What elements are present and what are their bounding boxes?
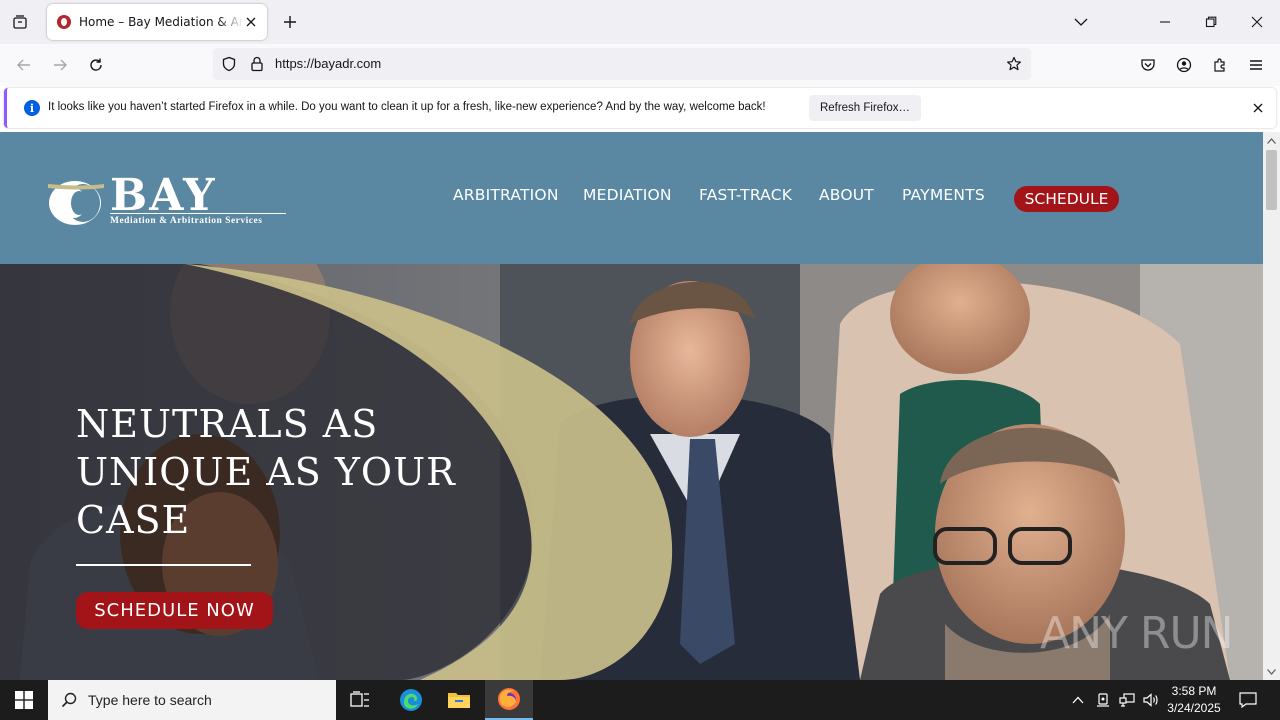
task-view-icon [350, 691, 369, 707]
hero-section: NEUTRALS AS UNIQUE AS YOUR CASE SCHEDULE… [0, 264, 1263, 680]
info-icon: i [24, 100, 40, 116]
scroll-down-button[interactable] [1263, 663, 1280, 680]
plus-icon [284, 16, 296, 28]
tab-list-button[interactable] [6, 8, 34, 36]
firefox-icon [498, 688, 520, 710]
arrow-down-icon [1267, 668, 1276, 675]
address-bar[interactable]: https://bayadr.com [213, 48, 1031, 80]
account-icon [1176, 57, 1192, 73]
tracking-protection-shield-icon[interactable] [220, 55, 238, 73]
url-text[interactable]: https://bayadr.com [275, 56, 381, 71]
nav-mediation[interactable]: MEDIATION [583, 186, 672, 204]
network-icon [1119, 693, 1135, 707]
folder-icon [448, 693, 470, 708]
site-header: BAY Mediation & Arbitration Services ARB… [0, 132, 1263, 264]
bookmark-star-icon[interactable] [1005, 55, 1023, 73]
logo-crescent-icon [48, 181, 104, 225]
reload-button[interactable] [82, 51, 110, 79]
close-icon [1253, 103, 1263, 113]
logo-divider [110, 213, 286, 214]
taskbar-search-box[interactable]: Type here to search [48, 680, 336, 720]
task-view-button[interactable] [336, 680, 384, 720]
refresh-firefox-button[interactable]: Refresh Firefox… [809, 95, 921, 121]
scroll-up-button[interactable] [1263, 132, 1280, 149]
edge-icon [400, 689, 422, 711]
page-scrollbar[interactable] [1263, 132, 1280, 680]
hamburger-menu-icon [1250, 60, 1262, 70]
puzzle-icon [1214, 58, 1225, 72]
pocket-icon [1141, 59, 1155, 71]
tab-close-button[interactable] [243, 14, 259, 30]
nav-arbitration[interactable]: ARBITRATION [453, 186, 559, 204]
notification-icon [1239, 692, 1257, 708]
restore-button[interactable] [1188, 0, 1234, 44]
tab-title: Home – Bay Mediation & Arbitration Servi… [79, 15, 244, 29]
notification-close-button[interactable] [1250, 100, 1266, 116]
search-icon [61, 692, 77, 708]
new-tab-button[interactable] [278, 10, 302, 34]
back-button[interactable] [10, 51, 38, 79]
taskbar-edge[interactable] [387, 680, 435, 720]
list-all-tabs-button[interactable] [1058, 0, 1104, 44]
site-logo[interactable]: BAY Mediation & Arbitration Services [48, 172, 288, 230]
tray-volume-icon[interactable] [1141, 690, 1161, 710]
search-placeholder: Type here to search [88, 692, 212, 708]
hero-title: NEUTRALS AS UNIQUE AS YOUR CASE [76, 400, 496, 544]
action-center-button[interactable] [1238, 690, 1258, 710]
tray-device-icon[interactable] [1093, 690, 1113, 710]
taskbar-firefox[interactable] [485, 680, 533, 720]
nav-fast-track[interactable]: FAST-TRACK [699, 186, 792, 204]
arrow-left-icon [17, 59, 30, 71]
restore-icon [1205, 16, 1217, 28]
nav-about[interactable]: ABOUT [819, 186, 874, 204]
app-menu-button[interactable] [1242, 51, 1270, 79]
speaker-icon [1143, 693, 1158, 707]
schedule-now-button[interactable]: SCHEDULE NOW [76, 592, 273, 629]
active-tab[interactable]: Home – Bay Mediation & Arbitration Servi… [47, 4, 267, 40]
extensions-button[interactable] [1206, 51, 1234, 79]
site-favicon-icon [57, 15, 71, 29]
arrow-up-icon [1267, 137, 1276, 144]
hero-title-line: UNIQUE AS YOUR [76, 450, 456, 494]
windows-taskbar: Type here to search 3:58 PM 3/24/2025 [0, 680, 1280, 720]
account-button[interactable] [1170, 51, 1198, 79]
clock-date: 3/24/2025 [1167, 701, 1221, 715]
windows-logo-icon [15, 691, 33, 709]
arrow-right-icon [54, 59, 67, 71]
scroll-thumb[interactable] [1266, 150, 1277, 210]
navigation-toolbar: https://bayadr.com [0, 44, 1280, 86]
hero-title-line: CASE [76, 498, 191, 542]
forward-button[interactable] [46, 51, 74, 79]
close-window-button[interactable] [1234, 0, 1280, 44]
taskbar-clock[interactable]: 3:58 PM 3/24/2025 [1162, 683, 1226, 717]
tab-bar: Home – Bay Mediation & Arbitration Servi… [0, 0, 1280, 44]
tab-list-icon [13, 15, 27, 29]
taskbar-file-explorer[interactable] [435, 680, 483, 720]
start-button[interactable] [0, 680, 48, 720]
close-icon [1251, 16, 1263, 28]
close-icon [246, 17, 256, 27]
nav-payments[interactable]: PAYMENTS [902, 186, 985, 204]
logo-subtitle: Mediation & Arbitration Services [110, 216, 263, 226]
page-viewport: BAY Mediation & Arbitration Services ARB… [0, 132, 1263, 680]
pocket-button[interactable] [1134, 51, 1162, 79]
hero-divider [76, 564, 251, 566]
clock-time: 3:58 PM [1171, 684, 1217, 698]
chevron-up-icon [1072, 696, 1084, 704]
chevron-down-icon [1074, 18, 1088, 26]
anyrun-watermark: ANY RUN [1040, 608, 1234, 659]
minimize-button[interactable] [1142, 0, 1188, 44]
minimize-icon [1160, 21, 1170, 23]
device-icon [1097, 693, 1109, 707]
lock-icon[interactable] [248, 55, 266, 73]
show-hidden-icons-button[interactable] [1068, 690, 1088, 710]
hero-title-line: NEUTRALS AS [76, 402, 379, 446]
nav-schedule-button[interactable]: SCHEDULE [1014, 186, 1119, 212]
tray-network-icon[interactable] [1117, 690, 1137, 710]
notification-message: It looks like you haven’t started Firefo… [48, 101, 766, 113]
reload-icon [90, 58, 102, 71]
firefox-refresh-notification: i It looks like you haven’t started Fire… [4, 88, 1276, 128]
